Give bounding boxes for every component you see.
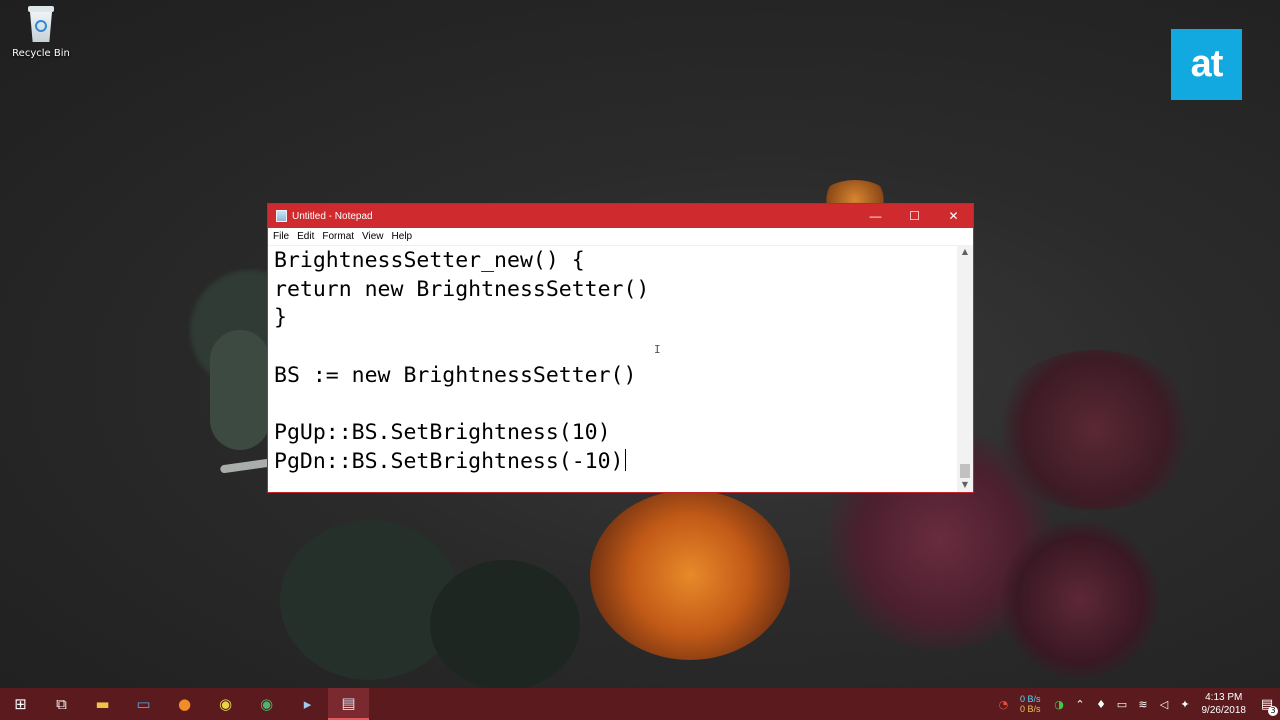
- minimize-button[interactable]: —: [856, 204, 895, 228]
- text-line: }: [274, 305, 287, 331]
- clock-date: 9/26/2018: [1201, 705, 1247, 716]
- text-line: BrightnessSetter_new() {: [274, 248, 585, 273]
- chrome-icon[interactable]: ◉: [205, 688, 246, 720]
- desktop-icon-recycle-bin[interactable]: Recycle Bin: [12, 6, 70, 59]
- menu-format[interactable]: Format: [319, 231, 359, 242]
- menu-view[interactable]: View: [359, 231, 389, 242]
- firefox-icon[interactable]: ●: [164, 688, 205, 720]
- text-line: PgUp::BS.SetBrightness(10): [274, 420, 611, 446]
- start-icon[interactable]: ⊞: [0, 688, 41, 720]
- notepad-taskbar-icon[interactable]: ▤: [328, 688, 369, 720]
- wallpaper-leaf: [280, 520, 460, 680]
- clock[interactable]: 4:13 PM 9/26/2018: [1202, 691, 1247, 717]
- chevron-up-icon[interactable]: ⌃: [1070, 698, 1091, 711]
- wifi-icon[interactable]: ≋: [1133, 698, 1154, 711]
- wallpaper-flower: [590, 490, 790, 660]
- notification-badge: 3: [1268, 705, 1278, 716]
- window-title: Untitled - Notepad: [292, 210, 373, 222]
- clock-time: 4:13 PM: [1205, 692, 1243, 703]
- window-titlebar[interactable]: Untitled - Notepad — ☐ ✕: [268, 204, 973, 228]
- menu-help[interactable]: Help: [389, 231, 418, 242]
- vertical-scrollbar[interactable]: ▲ ▼: [957, 245, 973, 492]
- recycle-bin-icon: [26, 6, 56, 44]
- brand-logo: at: [1171, 29, 1242, 100]
- menu-edit[interactable]: Edit: [294, 231, 319, 242]
- dropbox-icon[interactable]: ✦: [1175, 698, 1196, 711]
- volume-icon[interactable]: ◁: [1154, 698, 1175, 711]
- upload-speed: 0 B/s: [1019, 694, 1041, 704]
- text-caret: [624, 448, 626, 471]
- desktop-icon-label: Recycle Bin: [12, 48, 70, 59]
- notepad-icon: [276, 210, 287, 222]
- chrome-alt-icon[interactable]: ◉: [246, 688, 287, 720]
- text-line-last: PgDn::BS.SetBrightness(-10): [274, 448, 956, 477]
- system-tray: ◔ 0 B/s 0 B/s ◑ ⌃ ♦ ▭ ≋ ◁ ✦ 4:13 PM 9/26…: [993, 688, 1280, 720]
- file-explorer-icon[interactable]: ▬: [82, 688, 123, 720]
- notification-icon[interactable]: ▤ 3: [1254, 697, 1280, 716]
- scroll-down-arrow-icon[interactable]: ▼: [957, 478, 973, 492]
- green-circle-icon[interactable]: ◑: [1049, 698, 1070, 711]
- text-line-content: PgDn::BS.SetBrightness(-10): [274, 448, 624, 474]
- scroll-thumb[interactable]: [960, 464, 970, 478]
- wallpaper-leaf: [210, 330, 270, 450]
- text-line: [274, 390, 956, 419]
- ibeam-cursor-icon: I: [654, 343, 661, 356]
- menu-bar: File Edit Format View Help: [268, 228, 973, 246]
- battery-icon[interactable]: ▭: [1112, 698, 1133, 711]
- text-line: return new BrightnessSetter(): [274, 276, 650, 302]
- wallpaper-flower: [990, 350, 1200, 510]
- download-speed: 0 B/s: [1019, 704, 1041, 714]
- powershell-icon[interactable]: ▸: [287, 688, 328, 720]
- wallpaper-leaf: [430, 560, 580, 688]
- pc-icon[interactable]: ▭: [123, 688, 164, 720]
- close-button[interactable]: ✕: [934, 204, 973, 228]
- task-view-icon[interactable]: ⧉: [41, 688, 82, 720]
- maximize-button[interactable]: ☐: [895, 204, 934, 228]
- cpu-meter-icon[interactable]: ◔: [993, 698, 1014, 711]
- text-line: BS := new BrightnessSetter(): [274, 362, 637, 388]
- text-editor[interactable]: BrightnessSetter_new() { return new Brig…: [268, 245, 956, 492]
- scroll-up-arrow-icon[interactable]: ▲: [957, 245, 973, 259]
- text-line: [274, 333, 956, 362]
- notepad-window: Untitled - Notepad — ☐ ✕ File Edit Forma…: [267, 203, 974, 493]
- drop-icon[interactable]: ♦: [1091, 698, 1112, 711]
- wallpaper-flower: [1000, 520, 1160, 680]
- network-speed: 0 B/s 0 B/s: [1020, 694, 1041, 714]
- taskbar: ⊞ ⧉ ▬ ▭ ● ◉ ◉ ▸ ▤ ◔ 0 B/s 0 B/s ◑ ⌃ ♦ ▭ …: [0, 688, 1280, 720]
- menu-file[interactable]: File: [270, 231, 294, 242]
